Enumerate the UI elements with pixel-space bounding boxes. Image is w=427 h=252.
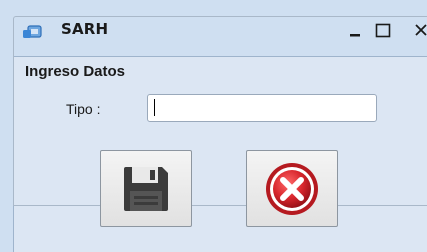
group-title: Ingreso Datos bbox=[23, 63, 128, 80]
cancel-x-icon bbox=[266, 162, 318, 215]
cancel-button[interactable] bbox=[246, 150, 338, 227]
floppy-disk-icon bbox=[124, 166, 168, 211]
app-window: SARH Ingreso Datos Tipo : bbox=[0, 0, 427, 252]
save-button[interactable] bbox=[100, 150, 192, 227]
tipo-input[interactable] bbox=[147, 94, 377, 122]
tipo-label: Tipo : bbox=[66, 101, 101, 117]
text-caret bbox=[154, 99, 155, 116]
